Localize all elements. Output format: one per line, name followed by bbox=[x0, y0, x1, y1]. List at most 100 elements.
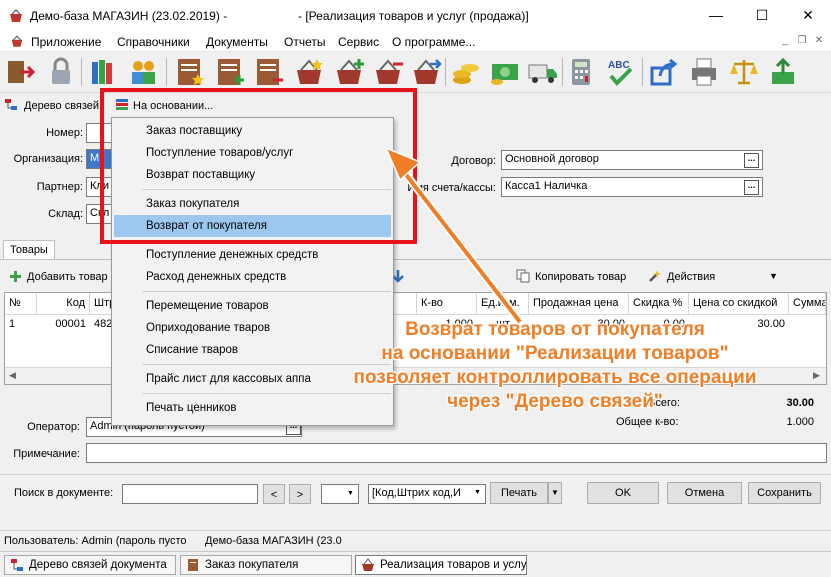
add-product-button[interactable]: Добавить товар bbox=[27, 271, 111, 283]
upload-box-icon[interactable] bbox=[767, 56, 799, 88]
add-icon bbox=[10, 271, 21, 282]
close-button[interactable]: ✕ bbox=[785, 0, 831, 32]
status-user: Пользователь: Admin (пароль пусто bbox=[4, 535, 187, 547]
menu-reports[interactable]: Отчеты bbox=[284, 35, 325, 49]
menu-item-cash-receipt[interactable]: Поступление денежных средств bbox=[114, 244, 391, 266]
doc-add-icon[interactable] bbox=[214, 56, 246, 88]
doc-star-icon[interactable] bbox=[174, 56, 206, 88]
annotation-arrow-icon bbox=[384, 146, 524, 325]
annotation-text: Возврат товаров от покупателя на основан… bbox=[300, 318, 810, 414]
actions-icon bbox=[649, 270, 661, 282]
copy-product-button[interactable]: Копировать товар bbox=[535, 271, 626, 283]
scroll-left-icon[interactable]: ◀ bbox=[9, 370, 16, 381]
column-header[interactable]: Продажная цена bbox=[529, 293, 629, 315]
search-field-select[interactable]: [Код,Штрих код,И bbox=[368, 484, 486, 504]
menu-item-goods-transfer[interactable]: Перемещение товаров bbox=[114, 295, 391, 317]
table-cell: 482 bbox=[94, 318, 112, 330]
basket-move-icon[interactable] bbox=[410, 56, 442, 88]
main-toolbar: ABC bbox=[0, 53, 831, 93]
export-icon[interactable] bbox=[648, 56, 680, 88]
note-label: Примечание: bbox=[13, 448, 80, 460]
contract-field[interactable]: Основной договор bbox=[501, 150, 763, 170]
tab-goods[interactable]: Товары bbox=[3, 240, 55, 260]
menu-item-cash-expense[interactable]: Расход денежных средств bbox=[114, 266, 391, 288]
task-document-tree[interactable]: Дерево связей документа bbox=[4, 555, 176, 575]
column-header[interactable]: Цена со скидкой bbox=[689, 293, 789, 315]
account-field[interactable]: Касса1 Наличка bbox=[501, 177, 763, 197]
chevron-down-icon: ▼ bbox=[474, 489, 481, 496]
qty-label: Общее к-во: bbox=[616, 416, 679, 428]
users-icon[interactable] bbox=[127, 56, 159, 88]
search-label: Поиск в документе: bbox=[14, 487, 114, 499]
calculator-icon[interactable] bbox=[565, 56, 597, 88]
basket-remove-icon[interactable] bbox=[372, 56, 404, 88]
menu-bar: Приложение Справочники Документы Отчеты … bbox=[0, 32, 831, 52]
truck-icon[interactable] bbox=[527, 56, 559, 88]
window-title-app: Демо-база МАГАЗИН (23.02.2019) - bbox=[30, 9, 228, 23]
column-header[interactable]: № bbox=[5, 293, 37, 315]
svg-text:ABC: ABC bbox=[608, 60, 630, 71]
task-sales[interactable]: Реализация товаров и услуг ( bbox=[355, 555, 527, 575]
save-button[interactable]: Сохранить bbox=[748, 482, 821, 504]
qty-value: 1.000 bbox=[786, 416, 814, 428]
print-button[interactable]: Печать bbox=[490, 482, 548, 504]
column-header[interactable]: Скидка % bbox=[629, 293, 689, 315]
column-header[interactable]: Сумма bbox=[789, 293, 826, 315]
menu-application[interactable]: Приложение bbox=[31, 35, 101, 49]
account-select-button[interactable]: ... bbox=[744, 180, 759, 195]
lock-icon[interactable] bbox=[45, 56, 77, 88]
mdi-minimize-button[interactable]: _ bbox=[778, 34, 792, 48]
task-label: Дерево связей документа bbox=[29, 559, 167, 571]
annotation-line: позволяет контроллировать все операции bbox=[353, 367, 757, 388]
contract-select-button[interactable]: ... bbox=[744, 153, 759, 168]
annotation-line: на основании "Реализации товаров" bbox=[381, 343, 729, 364]
actions-button[interactable]: Действия bbox=[667, 271, 715, 283]
chevron-down-icon: ▼ bbox=[347, 490, 354, 497]
coins-icon[interactable] bbox=[450, 56, 482, 88]
doc-icon bbox=[188, 559, 198, 571]
actions-dropdown-arrow[interactable]: ▼ bbox=[769, 271, 778, 281]
search-input[interactable] bbox=[122, 484, 258, 504]
money-icon[interactable] bbox=[489, 56, 521, 88]
doc-remove-icon[interactable] bbox=[253, 56, 285, 88]
menu-service[interactable]: Сервис bbox=[338, 35, 379, 49]
maximize-button[interactable]: ☐ bbox=[739, 0, 785, 32]
search-next-button[interactable]: > bbox=[289, 484, 311, 504]
partner-label: Партнер: bbox=[36, 181, 83, 193]
mdi-close-button[interactable]: ✕ bbox=[812, 34, 826, 48]
app-menu-icon[interactable] bbox=[10, 35, 24, 48]
window-title-document: - [Реализация товаров и услуг (продажа)] bbox=[298, 9, 529, 23]
printer-icon[interactable] bbox=[688, 56, 720, 88]
scales-icon[interactable] bbox=[728, 56, 760, 88]
menu-references[interactable]: Справочники bbox=[117, 35, 190, 49]
search-mode-select[interactable]: ▼ bbox=[321, 484, 359, 504]
task-label: Реализация товаров и услуг ( bbox=[380, 559, 527, 571]
basket-add-icon[interactable] bbox=[333, 56, 365, 88]
mdi-restore-button[interactable]: ❐ bbox=[795, 34, 809, 48]
column-header[interactable]: Код bbox=[37, 293, 90, 315]
cancel-button[interactable]: Отмена bbox=[667, 482, 742, 504]
search-prev-button[interactable]: < bbox=[263, 484, 285, 504]
number-label: Номер: bbox=[46, 127, 83, 139]
print-dropdown-button[interactable]: ▼ bbox=[548, 482, 562, 504]
app-basket-icon bbox=[10, 9, 22, 22]
spellcheck-icon[interactable]: ABC bbox=[604, 56, 636, 88]
books-icon[interactable] bbox=[88, 56, 120, 88]
scroll-right-icon[interactable]: ▶ bbox=[813, 370, 820, 381]
ok-button[interactable]: OK bbox=[587, 482, 659, 504]
menu-about[interactable]: О программе... bbox=[392, 35, 475, 49]
column-header[interactable]: Штри bbox=[90, 293, 112, 315]
window-taskbar: Дерево связей документа Заказ покупателя… bbox=[0, 551, 831, 577]
annotation-line: Возврат товаров от покупателя bbox=[405, 319, 705, 340]
menu-documents[interactable]: Документы bbox=[206, 35, 268, 49]
operator-label: Оператор: bbox=[27, 421, 80, 433]
exit-icon[interactable] bbox=[4, 56, 36, 88]
tree-link[interactable]: Дерево связей bbox=[24, 100, 99, 112]
tree-icon bbox=[11, 559, 23, 571]
basket-star-icon[interactable] bbox=[293, 56, 325, 88]
note-field[interactable] bbox=[86, 443, 827, 463]
task-customer-order[interactable]: Заказ покупателя bbox=[180, 555, 352, 575]
minimize-button[interactable]: — bbox=[693, 0, 739, 32]
annotation-line: через "Дерево связей" bbox=[447, 391, 663, 412]
task-label: Заказ покупателя bbox=[205, 559, 299, 571]
